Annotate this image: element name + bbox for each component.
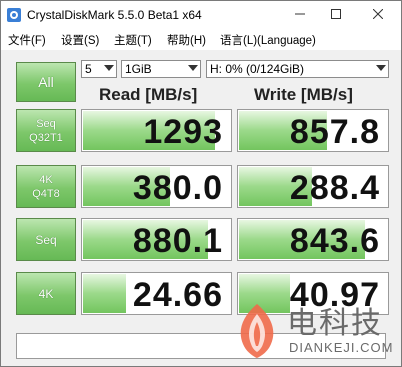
row-label: Seq <box>36 117 56 130</box>
read-result-cell: 880.1 <box>81 218 232 261</box>
row-label: 4K <box>38 286 54 301</box>
seq-button[interactable]: Seq <box>16 218 76 261</box>
menu-bar: 文件(F) 设置(S) 主题(T) 帮助(H) 语言(L)(Language) <box>1 29 401 49</box>
read-result-cell: 380.0 <box>81 165 232 208</box>
menu-help[interactable]: 帮助(H) <box>167 32 206 48</box>
close-icon[interactable] <box>361 1 395 29</box>
row-label: Seq <box>35 232 57 247</box>
maximize-icon[interactable] <box>319 1 353 29</box>
menu-settings[interactable]: 设置(S) <box>61 32 99 48</box>
watermark-text-en: DIANKEJI.COM <box>289 340 394 355</box>
test-size-value: 1GiB <box>125 62 152 76</box>
app-icon <box>7 8 21 22</box>
read-header: Read [MB/s] <box>99 85 198 104</box>
drive-value: H: 0% (0/124GiB) <box>210 62 305 76</box>
minimize-icon[interactable] <box>283 1 317 29</box>
all-button[interactable]: All <box>16 62 76 102</box>
test-count-select[interactable]: 5 <box>81 60 117 78</box>
app-window: CrystalDiskMark 5.5.0 Beta1 x64 文件(F) 设置… <box>0 0 402 367</box>
watermark: 电科技 DIANKEJI.COM <box>229 298 397 364</box>
read-value: 24.66 <box>132 276 223 314</box>
menu-file[interactable]: 文件(F) <box>8 32 46 48</box>
seq-q32t1-button[interactable]: Seq Q32T1 <box>16 109 76 152</box>
row-label: 4K <box>39 173 53 186</box>
window-title: CrystalDiskMark 5.5.0 Beta1 x64 <box>27 8 202 22</box>
read-result-cell: 1293 <box>81 109 232 152</box>
4k-q4t8-button[interactable]: 4K Q4T8 <box>16 165 76 208</box>
menu-theme[interactable]: 主题(T) <box>114 32 152 48</box>
chevron-down-icon <box>188 65 198 71</box>
write-value: 843.6 <box>289 222 380 260</box>
row-sublabel: Q4T8 <box>32 187 60 200</box>
4k-button[interactable]: 4K <box>16 272 76 315</box>
write-result-cell: 857.8 <box>237 109 389 152</box>
menu-language[interactable]: 语言(L)(Language) <box>220 32 316 48</box>
write-result-cell: 288.4 <box>237 165 389 208</box>
row-sublabel: Q32T1 <box>29 131 63 144</box>
title-bar[interactable]: CrystalDiskMark 5.5.0 Beta1 x64 <box>1 1 401 29</box>
write-value: 857.8 <box>289 113 380 151</box>
watermark-logo-icon <box>240 304 274 358</box>
write-result-cell: 843.6 <box>237 218 389 261</box>
read-progress-bar <box>83 274 126 313</box>
write-value: 288.4 <box>289 169 380 207</box>
chevron-down-icon <box>104 65 114 71</box>
read-value: 1293 <box>143 113 223 151</box>
test-size-select[interactable]: 1GiB <box>121 60 201 78</box>
write-header: Write [MB/s] <box>254 85 353 104</box>
read-value: 880.1 <box>132 222 223 260</box>
read-value: 380.0 <box>132 169 223 207</box>
test-count-value: 5 <box>85 62 92 76</box>
drive-select[interactable]: H: 0% (0/124GiB) <box>206 60 389 78</box>
read-result-cell: 24.66 <box>81 272 232 315</box>
watermark-text-cn: 电科技 <box>287 306 383 341</box>
chevron-down-icon <box>376 65 386 71</box>
